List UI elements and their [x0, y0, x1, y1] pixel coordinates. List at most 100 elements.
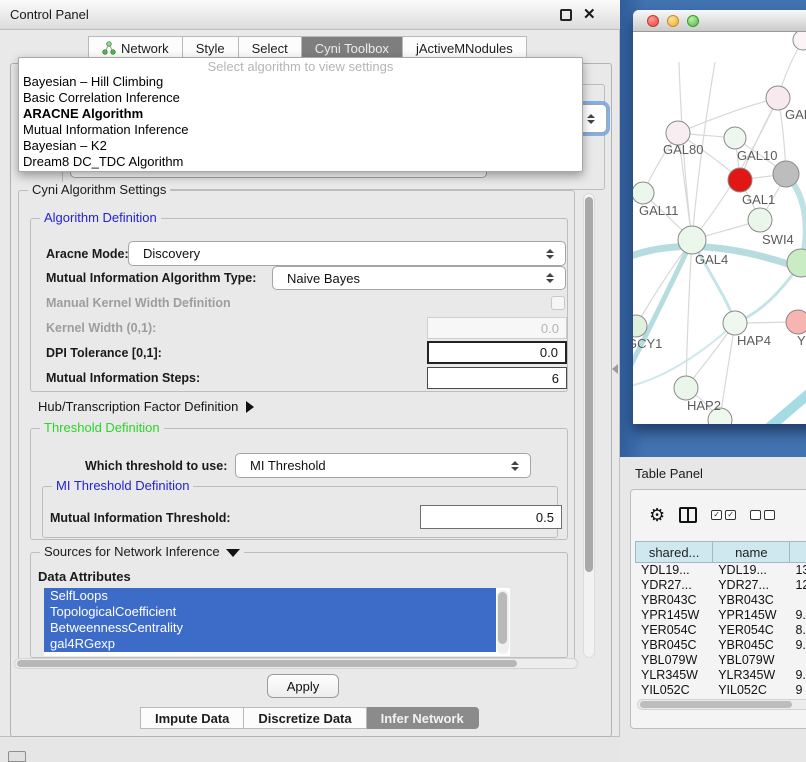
table-panel: ⚙ ✓✓ shared...nameYDL19...YDL19...13YDR2…: [630, 489, 806, 729]
mi-threshold-field[interactable]: 0.5: [420, 505, 562, 529]
zoom-traffic-light-icon[interactable]: [687, 15, 699, 27]
dropdown-placeholder: Select algorithm to view settings: [19, 58, 582, 74]
table-row[interactable]: YER054CYER054C8.: [635, 623, 806, 638]
network-node[interactable]: [728, 168, 752, 192]
table-row[interactable]: YDL19...YDL19...13: [635, 563, 806, 578]
network-canvas[interactable]: GALGAL80GAL10GAL1GAL11GAL4SWI4HAP4YGCY1H…: [633, 32, 806, 424]
minimize-traffic-light-icon[interactable]: [667, 15, 679, 27]
float-window-icon[interactable]: [560, 9, 572, 21]
table-horizontal-scrollbar[interactable]: [637, 699, 806, 710]
column-header[interactable]: [789, 541, 806, 563]
node-label: GAL: [785, 107, 806, 122]
tab-select[interactable]: Select: [239, 36, 302, 59]
dpi-tolerance-field[interactable]: 0.0: [427, 341, 567, 364]
control-panel-tabs: NetworkStyleSelectCyni ToolboxjActiveMNo…: [88, 36, 527, 59]
mi-steps-label: Mutual Information Steps:: [46, 371, 200, 385]
tab-network[interactable]: Network: [88, 36, 183, 59]
scrollbar-thumb[interactable]: [17, 660, 517, 667]
table-row[interactable]: YLR345WYLR345W9.: [635, 668, 806, 683]
aracne-mode-combobox[interactable]: Discovery: [128, 241, 566, 266]
table-row[interactable]: YBR043CYBR043C: [635, 593, 806, 608]
nodes-layer: [633, 32, 806, 424]
network-node-swi4[interactable]: [787, 249, 806, 277]
mi-steps-field[interactable]: 6: [427, 367, 567, 389]
split-panel-icon[interactable]: [679, 507, 697, 523]
dropdown-item-aracne-algorithm[interactable]: ARACNE Algorithm: [19, 106, 582, 122]
select-all-icon[interactable]: ✓✓: [711, 510, 736, 520]
mi-algorithm-type-combobox[interactable]: Naive Bayes: [272, 266, 566, 290]
table-row[interactable]: YPR145WYPR145W9.: [635, 608, 806, 623]
minimized-panel-icon[interactable]: [8, 751, 26, 762]
sources-title[interactable]: Sources for Network Inference: [40, 544, 244, 559]
manual-kernel-width-label: Manual Kernel Width Definition: [46, 296, 231, 310]
network-node[interactable]: [793, 32, 806, 50]
table-header-row: shared...name: [635, 541, 806, 563]
algorithm-definition-title: Algorithm Definition: [40, 210, 161, 225]
dropdown-item-bayesian-k2[interactable]: Bayesian – K2: [19, 138, 582, 154]
tab-cyni-toolbox[interactable]: Cyni Toolbox: [302, 36, 403, 59]
tab-discretize-data[interactable]: Discretize Data: [244, 707, 366, 729]
close-traffic-light-icon[interactable]: [647, 15, 659, 27]
node-label: SWI4: [762, 232, 794, 247]
gear-icon[interactable]: ⚙: [649, 506, 665, 524]
network-node[interactable]: [773, 161, 799, 187]
column-header[interactable]: shared...: [635, 541, 712, 563]
network-node-y[interactable]: [786, 310, 806, 334]
tab-impute-data[interactable]: Impute Data: [140, 707, 244, 729]
control-panel-title: Control Panel: [10, 7, 89, 22]
table-row[interactable]: YDR27...YDR27...12: [635, 578, 806, 593]
table-row[interactable]: YBL079WYBL079W: [635, 653, 806, 668]
network-window-titlebar[interactable]: [633, 10, 806, 32]
dropdown-item-bayesian-hill-climbing[interactable]: Bayesian – Hill Climbing: [19, 74, 582, 90]
screen: GALGAL80GAL10GAL1GAL11GAL4SWI4HAP4YGCY1H…: [0, 0, 806, 762]
kernel-width-field[interactable]: 0.0: [427, 317, 567, 339]
scrollbar-thumb[interactable]: [585, 197, 593, 572]
close-panel-icon[interactable]: ✕: [583, 5, 596, 23]
network-node-hap2[interactable]: [674, 376, 698, 400]
dropdown-item-basic-correlation-inference[interactable]: Basic Correlation Inference: [19, 90, 582, 106]
scrollbar-thumb[interactable]: [498, 592, 507, 644]
cyni-bottom-tabs: Impute DataDiscretize DataInfer Network: [140, 707, 479, 729]
dropdown-item-dream8-dc-tdc-algorithm[interactable]: Dream8 DC_TDC Algorithm: [19, 154, 582, 170]
which-threshold-label: Which threshold to use:: [85, 459, 227, 473]
data-attributes-list: SelfLoopsTopologicalCoefficientBetweenne…: [44, 588, 510, 656]
node-label: GAL10: [737, 148, 777, 163]
manual-kernel-width-checkbox[interactable]: [551, 296, 565, 310]
settings-horizontal-scrollbar[interactable]: [14, 658, 578, 669]
tab-infer-network[interactable]: Infer Network: [367, 707, 479, 729]
combo-arrows-icon: [541, 273, 559, 283]
deselect-all-icon[interactable]: [750, 510, 775, 520]
splitter-collapse-icon[interactable]: [612, 364, 618, 374]
node-label: HAP4: [737, 333, 771, 348]
network-node-gal1[interactable]: [748, 208, 772, 232]
which-threshold-combobox[interactable]: MI Threshold: [235, 453, 531, 478]
tab-jactivemnodules[interactable]: jActiveMNodules: [403, 36, 527, 59]
dropdown-item-mutual-information-inference[interactable]: Mutual Information Inference: [19, 122, 582, 138]
table-row[interactable]: YBR045CYBR045C9.: [635, 638, 806, 653]
attribute-item-selfloops[interactable]: SelfLoops: [44, 588, 496, 604]
attribute-item-betweennesscentrality[interactable]: BetweennessCentrality: [44, 620, 496, 636]
mi-threshold-definition-title: MI Threshold Definition: [52, 478, 193, 493]
settings-vertical-scrollbar[interactable]: [583, 193, 595, 658]
node-label: GAL80: [663, 142, 703, 157]
settings-group-title: Cyni Algorithm Settings: [28, 182, 170, 197]
column-header[interactable]: name: [712, 541, 789, 563]
tab-style[interactable]: Style: [183, 36, 239, 59]
network-node-gal11[interactable]: [633, 182, 654, 204]
mi-type-label: Mutual Information Algorithm Type:: [46, 271, 256, 285]
attribute-item-gal4rgexp[interactable]: gal4RGexp: [44, 636, 496, 652]
attributes-list-scrollbar[interactable]: [497, 590, 509, 654]
network-node-gal10[interactable]: [724, 127, 746, 149]
table-row[interactable]: YIL052CYIL052C9: [635, 683, 806, 698]
table-panel-title: Table Panel: [635, 466, 703, 481]
scrollbar-thumb[interactable]: [640, 701, 792, 708]
network-node-hap4[interactable]: [723, 311, 747, 335]
apply-button[interactable]: Apply: [267, 674, 339, 698]
network-node-gal4[interactable]: [678, 226, 706, 254]
node-label: GAL4: [695, 252, 728, 267]
kernel-width-label: Kernel Width (0,1):: [46, 321, 156, 335]
attribute-item-topologicalcoefficient[interactable]: TopologicalCoefficient: [44, 604, 496, 620]
threshold-definition-title: Threshold Definition: [40, 420, 164, 435]
hub-definition-expander[interactable]: Hub/Transcription Factor Definition: [38, 399, 254, 414]
data-attributes-label: Data Attributes: [38, 569, 131, 584]
